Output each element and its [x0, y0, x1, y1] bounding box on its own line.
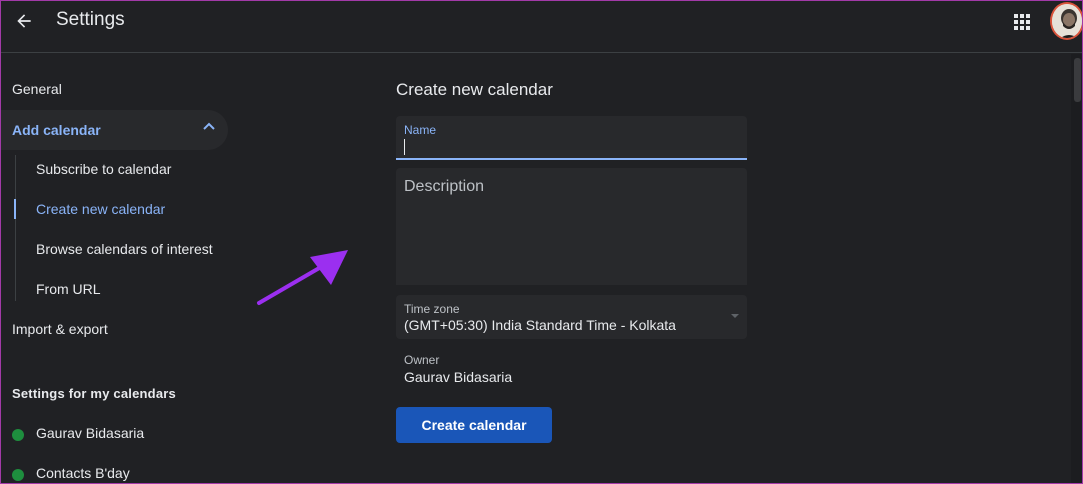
owner-value: Gaurav Bidasaria	[404, 369, 513, 385]
submenu-guide-line	[15, 155, 16, 301]
sidebar-item-general[interactable]: General	[12, 81, 62, 97]
sidebar-item-from-url[interactable]: From URL	[36, 281, 101, 297]
sidebar-item-add-calendar[interactable]: Add calendar	[0, 110, 228, 150]
arrow-back-icon	[17, 14, 31, 28]
annotation-arrow-icon	[257, 250, 348, 305]
calendar-color-dot	[12, 429, 24, 441]
sidebar-item-browse[interactable]: Browse calendars of interest	[36, 241, 213, 257]
name-field-label: Name	[404, 123, 437, 137]
sidebar-item-calendar[interactable]: Contacts B'day	[36, 465, 130, 481]
account-avatar[interactable]	[1050, 2, 1083, 40]
scrollbar-track[interactable]	[1071, 54, 1082, 484]
dropdown-caret-icon	[731, 314, 739, 318]
name-input[interactable]	[404, 138, 734, 156]
back-button[interactable]	[8, 5, 40, 37]
calendar-color-dot	[12, 469, 24, 481]
sidebar-item-subscribe[interactable]: Subscribe to calendar	[36, 161, 171, 177]
text-cursor	[404, 139, 405, 155]
timezone-select[interactable]: Time zone (GMT+05:30) India Standard Tim…	[396, 295, 747, 339]
sidebar-item-calendar[interactable]: Gaurav Bidasaria	[36, 425, 144, 441]
sidebar-item-label: Add calendar	[12, 122, 101, 138]
google-apps-button[interactable]	[1008, 8, 1036, 36]
app-header: Settings	[0, 0, 1083, 53]
timezone-label: Time zone	[404, 302, 460, 316]
sidebar-item-import-export[interactable]: Import & export	[12, 321, 108, 337]
name-field[interactable]: Name	[396, 116, 747, 160]
chevron-up-icon[interactable]	[202, 121, 216, 131]
submenu-active-indicator	[14, 199, 16, 219]
scrollbar-thumb[interactable]	[1074, 58, 1081, 102]
apps-grid-icon	[1014, 14, 1030, 30]
owner-label: Owner	[404, 353, 440, 367]
form-title: Create new calendar	[396, 80, 553, 99]
description-input[interactable]	[404, 178, 734, 273]
sidebar-item-create-new[interactable]: Create new calendar	[36, 201, 165, 217]
description-field[interactable]	[396, 168, 747, 285]
timezone-value: (GMT+05:30) India Standard Time - Kolkat…	[404, 317, 676, 333]
create-calendar-button[interactable]: Create calendar	[396, 407, 552, 443]
profile-photo	[1052, 4, 1082, 38]
page-title: Settings	[56, 9, 125, 30]
section-heading: Settings for my calendars	[12, 386, 176, 401]
